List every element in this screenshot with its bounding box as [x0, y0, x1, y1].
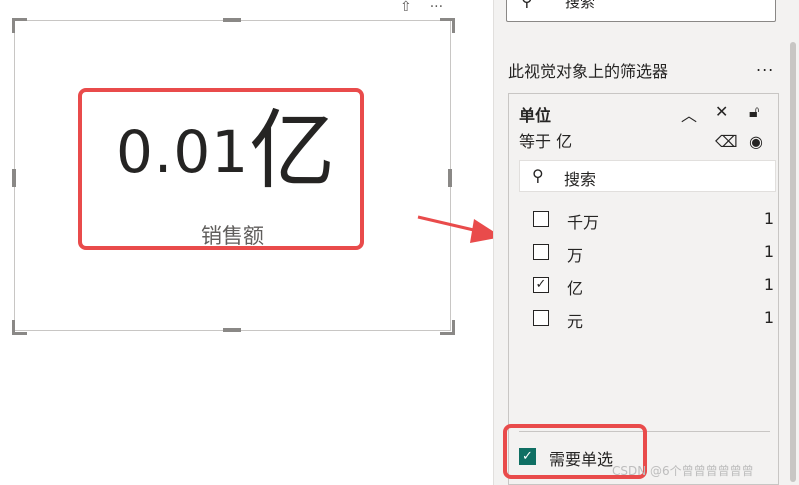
- resize-handle-top[interactable]: [223, 18, 241, 22]
- filter-field-name: 单位: [519, 106, 552, 125]
- checkbox[interactable]: [533, 211, 549, 227]
- more-options-icon[interactable]: ···: [430, 0, 443, 15]
- collapse-icon[interactable]: ︿: [681, 102, 697, 126]
- watermark: CSDN @6个曾曾曾曾曾曾: [612, 464, 754, 478]
- option-count: 1: [763, 242, 774, 261]
- search-icon: ⚲: [532, 166, 544, 185]
- option-label: 元: [567, 312, 584, 331]
- filter-option-yi[interactable]: ✓ 亿 1: [529, 274, 774, 298]
- resize-handle-right[interactable]: [448, 169, 452, 187]
- option-label: 亿: [567, 279, 584, 298]
- resize-handle-left[interactable]: [12, 169, 16, 187]
- option-count: 1: [763, 209, 774, 228]
- pin-icon[interactable]: ⇧: [400, 0, 412, 15]
- resize-handle-bottom-left[interactable]: [12, 320, 27, 335]
- filter-option-wan[interactable]: 万 1: [529, 241, 774, 265]
- checkbox[interactable]: [533, 310, 549, 326]
- resize-handle-bottom[interactable]: [223, 328, 241, 332]
- pane-scrollbar[interactable]: [790, 42, 796, 482]
- checkbox[interactable]: [533, 244, 549, 260]
- filters-pane: ⚲ 搜索 此视觉对象上的筛选器 ... 单位 等于 亿 ︿ ✕ 🔓︎ ⌫ ◉ ⚲…: [493, 0, 799, 485]
- option-label: 万: [567, 246, 584, 265]
- lock-icon[interactable]: 🔓︎: [749, 102, 759, 122]
- pane-title: 此视觉对象上的筛选器: [508, 62, 669, 81]
- pane-search-placeholder: 搜索: [565, 0, 596, 11]
- filter-search-input[interactable]: ⚲ 搜索: [519, 160, 776, 192]
- visual-header-icons: ⇧ ···: [400, 0, 461, 15]
- resize-handle-top-left[interactable]: [12, 18, 27, 33]
- option-label: 千万: [567, 213, 600, 232]
- resize-handle-top-right[interactable]: [440, 18, 455, 33]
- option-count: 1: [763, 275, 774, 294]
- filter-option-qianwan[interactable]: 千万 1: [529, 208, 774, 232]
- option-count: 1: [763, 308, 774, 327]
- highlight-box-kpi: [78, 88, 364, 250]
- filter-search-placeholder: 搜索: [564, 170, 597, 189]
- filter-option-yuan[interactable]: 元 1: [529, 307, 774, 331]
- close-icon[interactable]: ✕: [715, 102, 728, 121]
- eye-icon[interactable]: ◉: [749, 132, 763, 151]
- eraser-icon[interactable]: ⌫: [715, 132, 738, 151]
- pane-more-icon[interactable]: ...: [756, 56, 774, 75]
- checkbox-checked[interactable]: ✓: [533, 277, 549, 293]
- filter-condition: 等于 亿: [519, 132, 573, 151]
- pane-search-input[interactable]: ⚲ 搜索: [506, 0, 776, 22]
- search-icon: ⚲: [521, 0, 533, 10]
- resize-handle-bottom-right[interactable]: [440, 320, 455, 335]
